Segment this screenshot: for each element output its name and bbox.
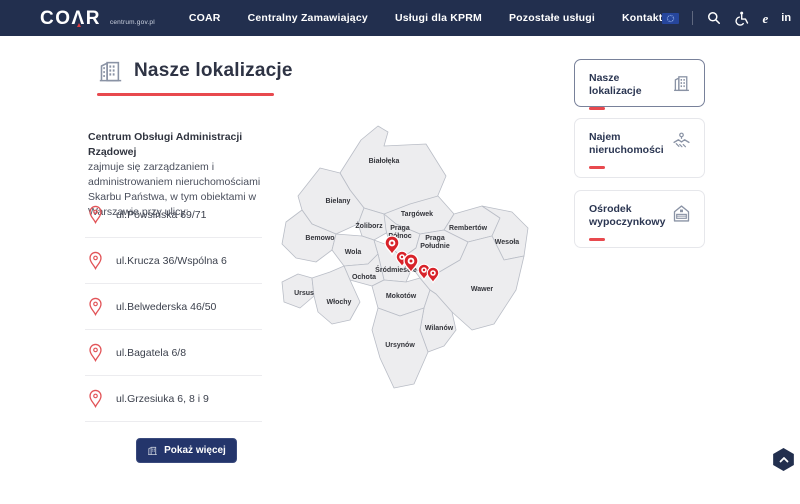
location-row-powsinska[interactable]: ul.Powsińska 69/71	[85, 192, 262, 238]
card-red-dash	[589, 166, 605, 169]
location-pin-icon	[88, 297, 103, 316]
coar-logo[interactable]: COΛR centrum.gov.pl	[40, 9, 155, 28]
card-red-dash	[589, 107, 605, 110]
eu-stars	[666, 14, 675, 23]
eu-flag-icon[interactable]	[662, 13, 679, 24]
warsaw-district-map: Białołęka Bielany Targówek Żoliborz Prag…	[278, 118, 568, 413]
top-navbar: COΛR centrum.gov.pl COAR Centralny Zamaw…	[0, 0, 800, 36]
page-heading: Nasze lokalizacje	[97, 57, 293, 96]
nav-item-coar[interactable]: COAR	[189, 12, 221, 24]
map-pin-overlay	[278, 118, 568, 413]
sidebar-card-nasze-lokalizacje[interactable]: Nasze lokalizacje	[574, 59, 705, 107]
location-pin-icon	[88, 251, 103, 270]
chevron-up-icon	[779, 456, 789, 463]
navbar-icons: e in f	[662, 11, 800, 26]
title-red-underline	[97, 93, 274, 96]
main-nav: COAR Centralny Zamawiający Usługi dla KP…	[189, 12, 663, 24]
map-pin[interactable]	[385, 236, 399, 254]
card-label: Najem nieruchomości	[589, 131, 667, 157]
intro-lead: Centrum Obsługi Administracji Rządowej	[88, 130, 280, 160]
card-label: Nasze lokalizacje	[589, 72, 667, 98]
location-pin-icon	[88, 205, 103, 224]
card-red-dash	[589, 238, 605, 241]
building-icon	[147, 445, 158, 456]
logo-domain: centrum.gov.pl	[110, 19, 155, 26]
logo-red-dot	[77, 23, 81, 27]
location-label: ul.Bagatela 6/8	[116, 347, 186, 359]
location-row-grzesiuka[interactable]: ul.Grzesiuka 6, 8 i 9	[85, 376, 262, 422]
location-label: ul.Powsińska 69/71	[116, 209, 206, 221]
sidebar-card-osrodek-wypoczynkowy[interactable]: Ośrodek wypoczynkowy	[574, 190, 705, 248]
accessibility-wheelchair-icon[interactable]	[734, 11, 749, 26]
map-pin[interactable]	[427, 267, 439, 282]
buildings-icon	[97, 57, 124, 84]
location-pin-icon	[88, 389, 103, 408]
navbar-divider	[692, 11, 693, 25]
location-label: ul.Grzesiuka 6, 8 i 9	[116, 393, 209, 405]
epuap-icon[interactable]: e	[762, 12, 768, 25]
show-more-button[interactable]: Pokaż więcej	[136, 438, 237, 463]
sidebar-card-najem-nieruchomosci[interactable]: Najem nieruchomości	[574, 118, 705, 178]
location-label: ul.Krucza 36/Wspólna 6	[116, 255, 227, 267]
location-row-krucza[interactable]: ul.Krucza 36/Wspólna 6	[85, 238, 262, 284]
nav-item-uslugi-dla-kprm[interactable]: Usługi dla KPRM	[395, 12, 482, 24]
locations-list: ul.Powsińska 69/71 ul.Krucza 36/Wspólna …	[85, 192, 262, 422]
show-more-label: Pokaż więcej	[164, 445, 226, 456]
location-row-belwederska[interactable]: ul.Belwederska 46/50	[85, 284, 262, 330]
nav-item-pozostale-uslugi[interactable]: Pozostałe usługi	[509, 12, 595, 24]
logo-text: COΛR	[40, 9, 101, 28]
page-title: Nasze lokalizacje	[134, 60, 293, 82]
handshake-key-icon	[671, 131, 692, 152]
card-label: Ośrodek wypoczynkowy	[589, 203, 667, 229]
location-label: ul.Belwederska 46/50	[116, 301, 216, 313]
location-pin-icon	[88, 343, 103, 362]
building-icon	[671, 72, 692, 93]
nav-item-centralny-zamawiajacy[interactable]: Centralny Zamawiający	[248, 12, 368, 24]
map-pin[interactable]	[404, 254, 418, 272]
lodge-icon	[671, 203, 692, 224]
scroll-to-top-button[interactable]	[772, 448, 795, 471]
nav-item-kontakt[interactable]: Kontakt	[622, 12, 662, 24]
search-icon[interactable]	[706, 11, 721, 26]
linkedin-icon[interactable]: in	[781, 13, 791, 24]
location-row-bagatela[interactable]: ul.Bagatela 6/8	[85, 330, 262, 376]
